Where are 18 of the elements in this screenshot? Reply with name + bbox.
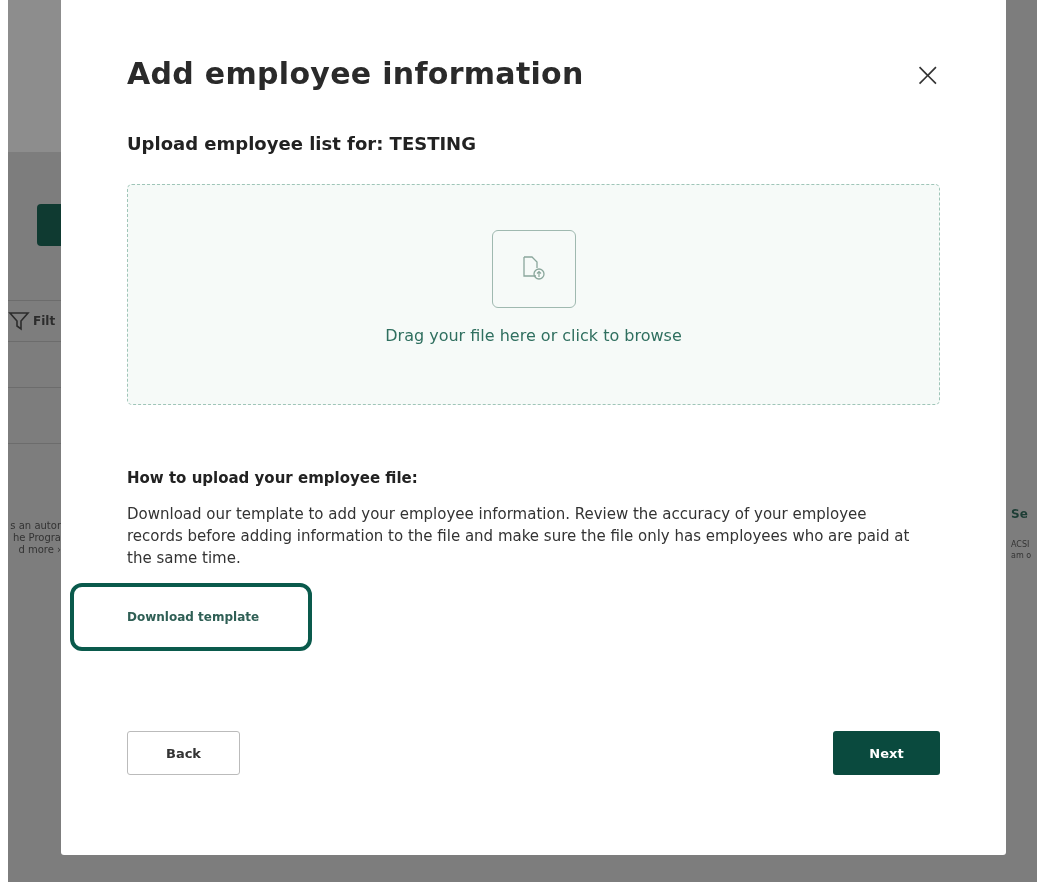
dropzone-text: Drag your file here or click to browse bbox=[385, 326, 682, 345]
background-text: s an autor bbox=[9, 520, 61, 532]
background-text: he Progra bbox=[11, 532, 61, 544]
page-button[interactable] bbox=[37, 204, 61, 246]
background-text: am o bbox=[1011, 550, 1033, 561]
upload-subtitle: Upload employee list for: TESTING bbox=[127, 133, 477, 154]
instructions-text: Download our template to add your employee information. Review the accuracy of your employee records before adding information to the file and make sure the file only has employees who are paid at the same time. bbox=[127, 504, 911, 569]
filter-icon bbox=[8, 310, 30, 332]
background-text: d more › bbox=[17, 544, 61, 556]
background-text: ACSI bbox=[1011, 539, 1031, 550]
instructions-heading: How to upload your employee file: bbox=[127, 469, 419, 487]
file-upload-icon bbox=[521, 256, 546, 282]
modal-title: Add employee information bbox=[127, 56, 584, 91]
download-template-link[interactable]: Download template bbox=[127, 610, 260, 624]
next-button[interactable]: Next bbox=[833, 731, 940, 775]
file-dropzone[interactable]: Drag your file here or click to browse bbox=[127, 184, 940, 405]
close-button[interactable]: × bbox=[913, 56, 942, 91]
back-button[interactable]: Back bbox=[127, 731, 240, 775]
